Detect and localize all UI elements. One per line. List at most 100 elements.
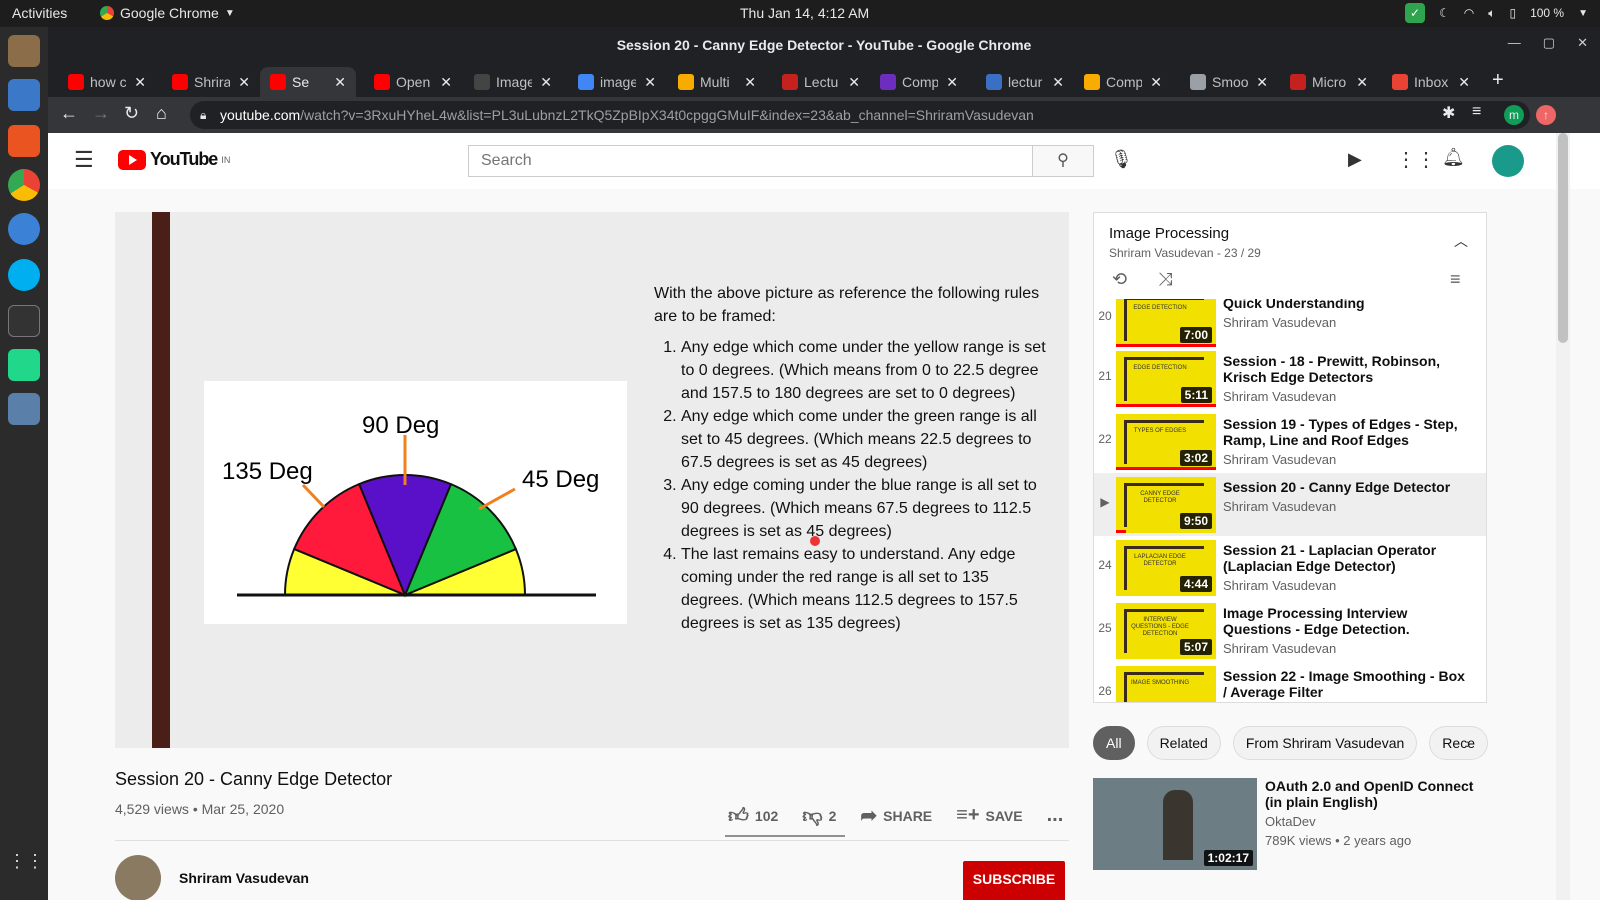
mic-icon[interactable]: 🎙︎ xyxy=(1110,149,1133,170)
tab-close-icon[interactable]: ✕ xyxy=(540,74,552,91)
playlist-menu-icon[interactable]: ≡ xyxy=(1450,269,1461,290)
extensions-icon[interactable]: ✱ xyxy=(1442,103,1455,123)
hamburger-menu-icon[interactable]: ☰ xyxy=(74,147,94,173)
rec-thumbnail[interactable]: 1:02:17 xyxy=(1093,778,1257,870)
playlist-item-thumbnail[interactable]: LAPLACIAN EDGE DETECTOR 4:44 xyxy=(1116,540,1216,596)
software-center-icon[interactable] xyxy=(8,125,40,157)
tab-close-icon[interactable]: ✕ xyxy=(946,74,958,91)
playlist-item[interactable]: ▶ CANNY EDGE DETECTOR 9:50 Session 20 - Can… xyxy=(1094,473,1486,536)
tab-close-icon[interactable]: ✕ xyxy=(1356,74,1368,91)
playlist-title[interactable]: Image Processing xyxy=(1109,225,1229,242)
tab-close-icon[interactable]: ✕ xyxy=(1052,74,1064,91)
chip-0[interactable]: All xyxy=(1093,726,1135,760)
save-button[interactable]: ≡+ SAVE xyxy=(956,804,1022,827)
chip-2[interactable]: From Shriram Vasudevan xyxy=(1232,726,1418,760)
account-avatar[interactable] xyxy=(1492,145,1524,177)
activities-button[interactable]: Activities xyxy=(12,5,67,21)
tab-8[interactable]: Comp ✕ xyxy=(870,67,968,97)
playlist-item[interactable]: 22 TYPES OF EDGES 3:02 Session 19 - Types o… xyxy=(1094,410,1486,473)
dislike-button[interactable]: 👎︎ 2 xyxy=(802,804,836,828)
loop-icon[interactable]: ⟲ xyxy=(1112,269,1127,290)
remote-desktop-icon[interactable] xyxy=(8,393,40,425)
shuffle-icon[interactable]: ⤨ xyxy=(1158,269,1172,290)
channel-name[interactable]: Shriram Vasudevan xyxy=(179,870,309,886)
tab-3[interactable]: Open ✕ xyxy=(364,67,462,97)
tab-2[interactable]: Se ✕ xyxy=(260,67,356,97)
tab-10[interactable]: Comp ✕ xyxy=(1074,67,1172,97)
tab-close-icon[interactable]: ✕ xyxy=(744,74,756,91)
apps-grid-icon[interactable]: ⋮⋮ xyxy=(1396,147,1436,172)
youtube-logo[interactable]: YouTube IN xyxy=(118,149,230,170)
home-button[interactable]: ⌂ xyxy=(156,103,167,124)
playlist-item[interactable]: 21 EDGE DETECTION 5:11 Session - 18 - Prewi… xyxy=(1094,347,1486,410)
more-actions-button[interactable]: ... xyxy=(1047,804,1064,827)
tab-close-icon[interactable]: ✕ xyxy=(1150,74,1162,91)
tab-12[interactable]: Micro ✕ xyxy=(1280,67,1378,97)
system-tray[interactable]: ✓ ☾ ◠ 🔈︎ ▯ 100 % ▼ xyxy=(1405,3,1588,23)
skype-icon[interactable] xyxy=(8,259,40,291)
tab-close-icon[interactable]: ✕ xyxy=(1458,74,1470,91)
forward-button[interactable]: → xyxy=(92,103,110,124)
create-video-icon[interactable]: ▶ xyxy=(1348,149,1362,170)
playlist-item-thumbnail[interactable]: TYPES OF EDGES 3:02 xyxy=(1116,414,1216,470)
rec-channel[interactable]: OktaDev xyxy=(1265,814,1316,829)
share-button[interactable]: ➦ SHARE xyxy=(860,803,932,828)
playlist-item-thumbnail[interactable]: IMAGE SMOOTHING 7:45 xyxy=(1116,666,1216,702)
tab-4[interactable]: Image ✕ xyxy=(464,67,562,97)
tab-close-icon[interactable]: ✕ xyxy=(334,74,346,91)
channel-avatar[interactable] xyxy=(115,855,161,900)
tab-11[interactable]: Smoo ✕ xyxy=(1180,67,1278,97)
tab-close-icon[interactable]: ✕ xyxy=(238,74,250,91)
show-apps-icon[interactable]: ⋮⋮ xyxy=(8,845,44,877)
chip-3[interactable]: Rece xyxy=(1429,726,1488,760)
tab-9[interactable]: lectur ✕ xyxy=(976,67,1074,97)
tab-close-icon[interactable]: ✕ xyxy=(134,74,146,91)
subscribe-button[interactable]: SUBSCRIBE xyxy=(963,861,1065,900)
minimize-button[interactable]: — xyxy=(1508,35,1521,51)
tab-close-icon[interactable]: ✕ xyxy=(1256,74,1268,91)
chrome-dock-icon[interactable] xyxy=(8,169,40,201)
notifications-bell-icon[interactable]: 🔔︎ xyxy=(1442,147,1465,168)
like-button[interactable]: 👍︎ 102 xyxy=(728,804,778,828)
tab-close-icon[interactable]: ✕ xyxy=(644,74,656,91)
docs-icon[interactable] xyxy=(8,79,40,111)
pycharm-icon[interactable] xyxy=(8,349,40,381)
tab-6[interactable]: Multi ✕ xyxy=(668,67,766,97)
media-icon[interactable]: ≡ xyxy=(1472,103,1481,121)
search-input[interactable] xyxy=(468,145,1032,177)
profile-avatar[interactable]: m xyxy=(1504,105,1524,125)
help-icon[interactable] xyxy=(8,213,40,245)
address-bar[interactable]: 🔒︎ youtube.com/watch?v=3RxuHYheL4w&list=… xyxy=(190,101,1530,129)
tab-7[interactable]: Lectu ✕ xyxy=(772,67,870,97)
new-tab-button[interactable]: + xyxy=(1492,69,1504,92)
chips-next-icon[interactable]: › xyxy=(1466,735,1471,751)
tab-close-icon[interactable]: ✕ xyxy=(848,74,860,91)
close-button[interactable]: ✕ xyxy=(1577,35,1588,51)
maximize-button[interactable]: ▢ xyxy=(1543,35,1555,51)
playlist-item-thumbnail[interactable]: EDGE DETECTION 5:11 xyxy=(1116,351,1216,407)
page-scroll-thumb[interactable] xyxy=(1558,133,1568,343)
playlist-item-thumbnail[interactable]: INTERVIEW QUESTIONS - EDGE DETECTION 5:07 xyxy=(1116,603,1216,659)
playlist-item[interactable]: 24 LAPLACIAN EDGE DETECTOR 4:44 Session 21 … xyxy=(1094,536,1486,599)
playlist-item[interactable]: 26 IMAGE SMOOTHING 7:45 Session 22 - Image … xyxy=(1094,662,1486,702)
chip-1[interactable]: Related xyxy=(1146,726,1221,760)
files-icon[interactable] xyxy=(8,35,40,67)
system-monitor-icon[interactable] xyxy=(8,305,40,337)
tab-13[interactable]: Inbox ✕ xyxy=(1382,67,1480,97)
video-player[interactable]: 90 Deg 135 Deg 45 Deg With the above pic… xyxy=(115,212,1069,748)
playlist-item-thumbnail[interactable]: CANNY EDGE DETECTOR 9:50 xyxy=(1116,477,1216,533)
search-button[interactable]: ⚲ xyxy=(1032,145,1094,177)
clock[interactable]: Thu Jan 14, 4:12 AM xyxy=(740,5,869,21)
tab-1[interactable]: Shrira ✕ xyxy=(162,67,260,97)
collapse-chevron-icon[interactable]: ︿ xyxy=(1454,231,1468,251)
playlist-item[interactable]: 25 INTERVIEW QUESTIONS - EDGE DETECTION 5:… xyxy=(1094,599,1486,662)
recommended-video[interactable]: 1:02:17 OAuth 2.0 and OpenID Connect (in… xyxy=(1093,778,1493,878)
app-menu[interactable]: Google Chrome ▼ xyxy=(100,5,235,21)
rec-title[interactable]: OAuth 2.0 and OpenID Connect (in plain E… xyxy=(1265,778,1485,810)
tab-0[interactable]: how c ✕ xyxy=(58,67,156,97)
playlist-item-thumbnail[interactable]: EDGE DETECTION 7:00 xyxy=(1116,299,1216,347)
tab-close-icon[interactable]: ✕ xyxy=(440,74,452,91)
back-button[interactable]: ← xyxy=(60,103,78,124)
tab-5[interactable]: image ✕ xyxy=(568,67,666,97)
reload-button[interactable]: ↻ xyxy=(124,103,139,124)
